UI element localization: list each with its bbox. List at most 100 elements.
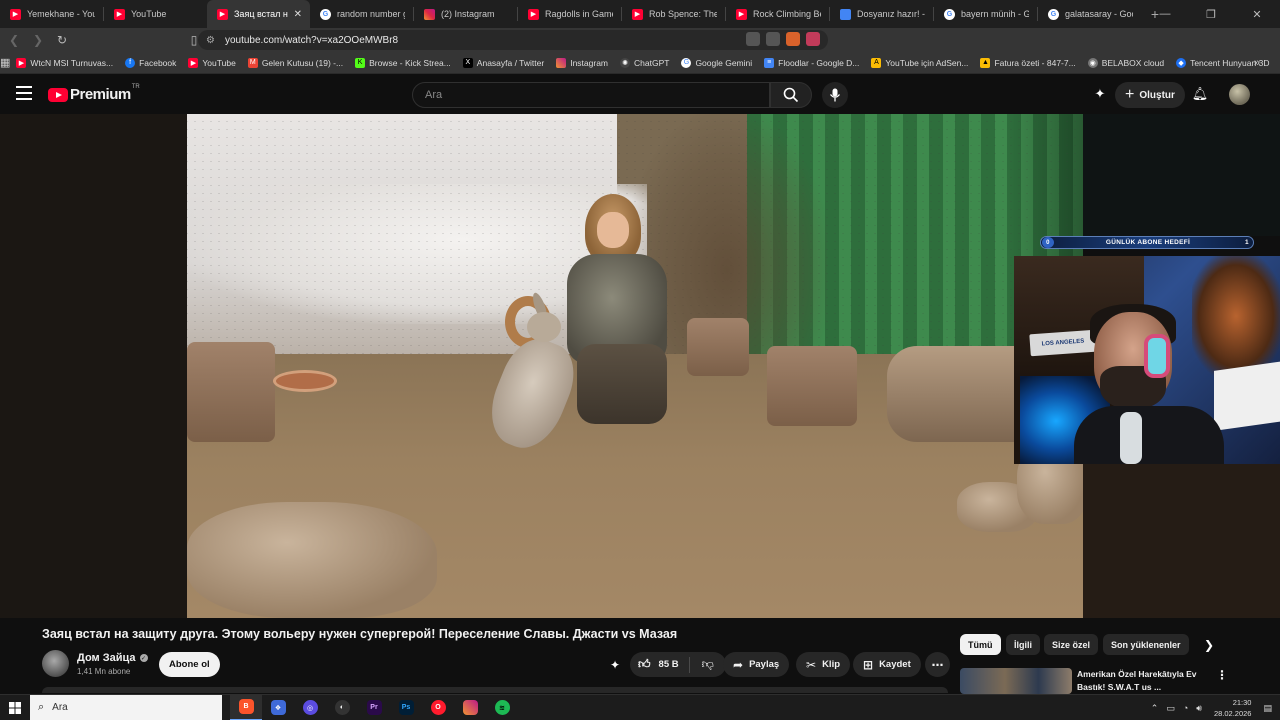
- share-button[interactable]: ➦ Paylaş: [723, 652, 790, 677]
- logo-region: TR: [131, 84, 140, 90]
- maximize-icon[interactable]: ❐: [1188, 0, 1234, 28]
- browser-tab[interactable]: ▶ YouTube: [104, 0, 207, 28]
- photoshop-app[interactable]: Ps: [390, 695, 422, 720]
- like-button[interactable]: 👍︎ 85 B: [630, 657, 689, 672]
- channel-avatar[interactable]: [42, 650, 69, 677]
- window-controls: — ❐ ✕: [1142, 0, 1280, 28]
- chip-recently-uploaded[interactable]: Son yüklenenler: [1103, 634, 1189, 655]
- bookmark-item[interactable]: X Anasayfa / Twitter: [462, 57, 544, 68]
- ask-spark-icon[interactable]: ✦: [606, 656, 624, 674]
- bookmark-item[interactable]: A YouTube için AdSen...: [871, 57, 968, 68]
- bookmark-item[interactable]: ✺ ChatGPT: [620, 57, 669, 68]
- bookmark-item[interactable]: f Facebook: [125, 57, 176, 68]
- address-bar[interactable]: ⚙ youtube.com/watch?v=xa2OOeMWBr8: [198, 30, 828, 50]
- user-avatar[interactable]: [1229, 84, 1250, 105]
- app[interactable]: ❖: [262, 695, 294, 720]
- more-actions-button[interactable]: ⋯: [925, 652, 950, 677]
- more-bookmarks-icon[interactable]: »: [1254, 57, 1260, 69]
- spotify-app[interactable]: ≋: [486, 695, 518, 720]
- site-settings-icon[interactable]: ⚙: [206, 35, 215, 46]
- back-arrow-icon[interactable]: ❮: [4, 30, 24, 50]
- youtube-header: Premium TR Ara ✦ + Oluştur 🔔︎: [0, 74, 1280, 114]
- bookmark-item[interactable]: ▶ WtcN MSI Turnuvas...: [16, 57, 113, 68]
- create-button[interactable]: + Oluştur: [1115, 82, 1185, 108]
- chevron-right-icon[interactable]: ❯: [1204, 638, 1214, 652]
- browser-tab[interactable]: G galatasaray - Googl: [1038, 0, 1141, 28]
- search-icon: [783, 87, 799, 103]
- bookmark-item[interactable]: ◉ BELABOX cloud: [1087, 57, 1164, 68]
- premiere-app[interactable]: Pr: [358, 695, 390, 720]
- notification-center-icon[interactable]: ▤: [1263, 703, 1272, 714]
- save-button[interactable]: ⊞ Kaydet: [853, 652, 921, 677]
- network-icon[interactable]: ▭: [1166, 703, 1175, 714]
- bookmark-item[interactable]: G Google Gemini: [681, 57, 752, 68]
- browser-tab[interactable]: ▶ Ragdolls in Games: [518, 0, 621, 28]
- voice-search-button[interactable]: [822, 82, 848, 108]
- tab-title: Заяц встал на: [234, 9, 288, 19]
- clock-date: 28.02.2026: [1213, 709, 1252, 718]
- channel-name-link[interactable]: Дом Зайца ✓: [77, 652, 148, 664]
- bookmark-item[interactable]: M Gelen Kutusu (19) -...: [247, 57, 343, 68]
- bookmark-item[interactable]: ▶ YouTube: [188, 57, 236, 68]
- notifications-bell-icon[interactable]: 🔔︎: [1192, 86, 1209, 102]
- tab-title: Ragdolls in Games: [545, 9, 613, 19]
- opera-app[interactable]: O: [422, 695, 454, 720]
- minimize-icon[interactable]: —: [1142, 0, 1188, 28]
- browser-tab[interactable]: ▶ Rob Spence: The be: [622, 0, 725, 28]
- chevron-up-icon[interactable]: ⌃: [1151, 703, 1159, 714]
- app[interactable]: [454, 695, 486, 720]
- app-icon: ❖: [270, 700, 286, 715]
- brave-rewards-icon[interactable]: [806, 32, 820, 46]
- browser-tab[interactable]: ▶ Yemekhane - YouTu: [0, 0, 103, 28]
- hamburger-menu-icon[interactable]: [16, 86, 32, 100]
- bookmark-item[interactable]: Instagram: [556, 57, 608, 68]
- bookmark-item[interactable]: ▲ Fatura özeti - 847-7...: [980, 57, 1076, 68]
- browser-tab[interactable]: (2) Instagram: [414, 0, 517, 28]
- suggested-more-icon[interactable]: ⋮: [1216, 668, 1228, 682]
- chip-for-you[interactable]: Size özel: [1044, 634, 1099, 655]
- bookmark-item[interactable]: K Browse - Kick Strea...: [355, 57, 451, 68]
- browser-tab-active[interactable]: ▶ Заяц встал на ✕: [207, 0, 310, 28]
- goal-target: 1: [1245, 239, 1249, 246]
- cast-icon[interactable]: [746, 32, 760, 46]
- bookmark-item[interactable]: ≡ Floodlar - Google D...: [764, 57, 859, 68]
- thumbs-down-icon: 👎︎: [701, 657, 714, 671]
- close-tab-icon[interactable]: ✕: [288, 9, 302, 20]
- forward-arrow-icon[interactable]: ❯: [28, 30, 48, 50]
- chip-related[interactable]: İlgili: [1006, 634, 1040, 655]
- reload-icon[interactable]: ↻: [52, 30, 72, 50]
- start-button[interactable]: [0, 695, 30, 720]
- search-button[interactable]: [770, 82, 812, 108]
- description-box[interactable]: [42, 687, 948, 693]
- wifi-icon[interactable]: ◔: [1183, 703, 1188, 713]
- thumbs-up-icon: 👍︎: [638, 657, 651, 671]
- app[interactable]: ◐: [326, 695, 358, 720]
- browser-tab[interactable]: ▶ Rock Climbing Bear: [726, 0, 829, 28]
- apps-grid-icon[interactable]: ▦: [0, 56, 10, 69]
- goal-label: GÜNLÜK ABONE HEDEFİ: [1105, 239, 1191, 246]
- volume-icon[interactable]: 🔊︎: [1196, 703, 1202, 714]
- dislike-button[interactable]: 👎︎: [690, 657, 726, 672]
- chip-all[interactable]: Tümü: [960, 634, 1001, 655]
- studio-spark-icon[interactable]: ✦: [1092, 86, 1108, 102]
- goal-current: 0: [1042, 237, 1054, 248]
- brave-app[interactable]: B: [230, 694, 262, 720]
- taskbar-search[interactable]: ⌕ Ara: [30, 694, 222, 720]
- youtube-premium-logo[interactable]: Premium TR: [48, 84, 140, 103]
- browser-tab[interactable]: Dosyanız hazır! - Yo: [830, 0, 933, 28]
- suggested-video-title[interactable]: Amerikan Özel Harekâtıyla Ev Bastık! S.W…: [1077, 668, 1207, 694]
- share-icon[interactable]: [766, 32, 780, 46]
- brave-shields-icon[interactable]: [786, 32, 800, 46]
- suggested-video-thumbnail[interactable]: [960, 668, 1072, 694]
- clip-button[interactable]: ✂ Klip: [796, 652, 851, 677]
- search-input[interactable]: Ara: [412, 82, 770, 108]
- close-window-icon[interactable]: ✕: [1234, 0, 1280, 28]
- app[interactable]: ◎: [294, 695, 326, 720]
- player-right-margin: [1083, 114, 1280, 236]
- browser-tab[interactable]: G random number ge: [310, 0, 413, 28]
- browser-tab[interactable]: G bayern münih - Goo: [934, 0, 1037, 28]
- clock[interactable]: 21:30 28.02.2026: [1214, 697, 1252, 719]
- video-player[interactable]: [187, 114, 1083, 618]
- subscribe-button[interactable]: Abone ol: [159, 652, 220, 677]
- tab-title: random number ge: [337, 9, 405, 19]
